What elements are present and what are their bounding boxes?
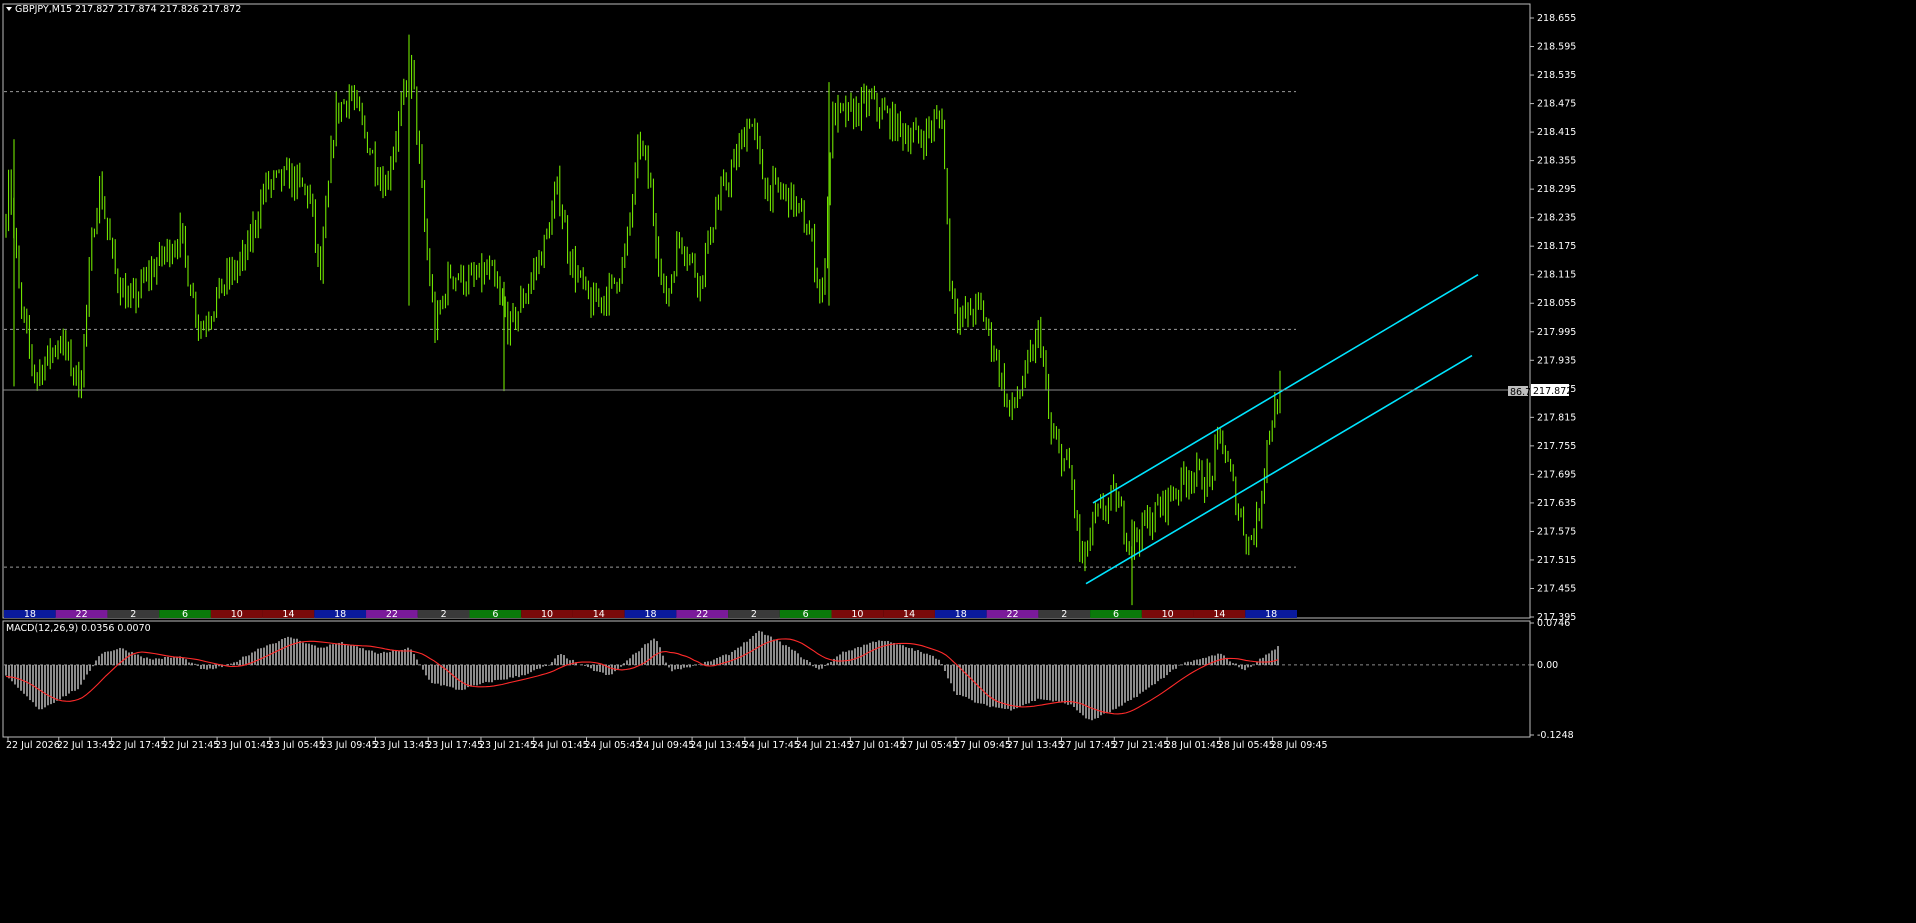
price-axis-label: 217.815 <box>1537 412 1576 423</box>
marker-badge: 86.7 <box>1508 386 1531 398</box>
price-axis-label: 217.995 <box>1537 327 1576 338</box>
time-axis-label: 27 Jul 09:45 <box>954 740 1011 751</box>
session-label: 10 <box>231 609 243 620</box>
macd-axis-label: 0.0746 <box>1537 618 1570 629</box>
session-label: 2 <box>751 609 757 620</box>
time-axis-label: 24 Jul 21:45 <box>796 740 853 751</box>
price-axis-label: 218.355 <box>1537 156 1576 167</box>
session-label: 6 <box>492 609 498 620</box>
time-axis-label: 23 Jul 13:45 <box>373 740 430 751</box>
session-label: 14 <box>593 609 605 620</box>
session-label: 18 <box>334 609 346 620</box>
price-pane-frame <box>2 3 1531 619</box>
session-label: 10 <box>851 609 863 620</box>
time-axis-label: 28 Jul 09:45 <box>1271 740 1328 751</box>
macd-header-text: MACD(12,26,9) 0.0356 0.0070 <box>6 623 151 634</box>
time-axis-label: 23 Jul 05:45 <box>268 740 325 751</box>
price-axis-label: 217.935 <box>1537 355 1576 366</box>
time-axis-label: 23 Jul 09:45 <box>321 740 378 751</box>
time-axis[interactable]: 22 Jul 202622 Jul 13:4522 Jul 17:4522 Ju… <box>6 737 1328 751</box>
time-axis-label: 24 Jul 13:45 <box>690 740 747 751</box>
time-axis-label: 23 Jul 01:45 <box>215 740 272 751</box>
session-label: 2 <box>441 609 447 620</box>
marker-badge-text: 86.7 <box>1510 387 1531 398</box>
price-axis-label: 217.575 <box>1537 526 1576 537</box>
session-label: 18 <box>24 609 36 620</box>
price-axis-label: 218.175 <box>1537 241 1576 252</box>
session-label: 22 <box>1006 609 1018 620</box>
symbol-header[interactable]: GBPJPY,M15 217.827 217.874 217.826 217.8… <box>6 4 241 15</box>
time-axis-label: 27 Jul 01:45 <box>848 740 905 751</box>
time-axis-label: 27 Jul 21:45 <box>1112 740 1169 751</box>
channel-line-upper[interactable] <box>1092 274 1479 504</box>
session-label: 14 <box>903 609 915 620</box>
macd-axis-label: 0.00 <box>1537 660 1558 671</box>
time-axis-label: 24 Jul 05:45 <box>585 740 642 751</box>
time-axis-label: 28 Jul 01:45 <box>1165 740 1222 751</box>
session-label: 14 <box>1213 609 1225 620</box>
session-label: 10 <box>541 609 553 620</box>
session-label: 2 <box>130 609 136 620</box>
price-axis-label: 217.695 <box>1537 469 1576 480</box>
time-axis-label: 23 Jul 17:45 <box>426 740 483 751</box>
session-label: 18 <box>955 609 967 620</box>
price-axis-label: 217.755 <box>1537 441 1576 452</box>
session-label: 6 <box>1113 609 1119 620</box>
price-axis-label: 218.415 <box>1537 127 1576 138</box>
channel-layer[interactable] <box>1085 274 1479 585</box>
macd-axis-label: -0.1248 <box>1537 730 1574 741</box>
price-axis-label: 218.295 <box>1537 184 1576 195</box>
macd-pane-frame <box>2 620 1531 738</box>
price-axis-label: 218.115 <box>1537 270 1576 281</box>
session-label: 18 <box>644 609 656 620</box>
candles-layer <box>5 34 1281 606</box>
macd-layer <box>4 630 1530 721</box>
price-axis[interactable]: 218.655 218.595 218.535 218.475 218.415 218.3… <box>1530 13 1576 623</box>
session-label: 6 <box>803 609 809 620</box>
time-axis-label: 22 Jul 2026 <box>6 740 60 751</box>
session-label: 10 <box>1162 609 1174 620</box>
time-axis-label: 22 Jul 17:45 <box>110 740 167 751</box>
price-axis-label: 218.595 <box>1537 42 1576 53</box>
time-axis-label: 23 Jul 21:45 <box>479 740 536 751</box>
price-axis-label: 218.655 <box>1537 13 1576 24</box>
price-axis-label: 218.475 <box>1537 99 1576 110</box>
macd-axis[interactable]: 0.0746 0.00 -0.1248 <box>1530 618 1574 741</box>
time-axis-label: 22 Jul 13:45 <box>57 740 114 751</box>
time-axis-label: 24 Jul 01:45 <box>532 740 589 751</box>
time-axis-label: 24 Jul 17:45 <box>743 740 800 751</box>
price-axis-label: 217.455 <box>1537 583 1576 594</box>
time-axis-label: 27 Jul 13:45 <box>1007 740 1064 751</box>
grid-layer <box>4 91 1296 568</box>
time-axis-label: 24 Jul 09:45 <box>637 740 694 751</box>
price-axis-label: 218.235 <box>1537 213 1576 224</box>
main-chart[interactable]: GBPJPY,M15 217.827 217.874 217.826 217.8… <box>0 0 1916 923</box>
price-axis-label: 217.515 <box>1537 555 1576 566</box>
time-axis-label: 28 Jul 05:45 <box>1218 740 1275 751</box>
price-axis-label: 218.535 <box>1537 70 1576 81</box>
time-axis-label: 27 Jul 17:45 <box>1060 740 1117 751</box>
current-price-label: 217.872 <box>1531 384 1572 397</box>
session-label: 6 <box>182 609 188 620</box>
session-label: 14 <box>282 609 294 620</box>
time-axis-label: 22 Jul 21:45 <box>162 740 219 751</box>
price-axis-label: 218.055 <box>1537 298 1576 309</box>
current-price-text: 217.872 <box>1533 386 1572 397</box>
collapse-triangle-icon[interactable] <box>6 7 12 11</box>
session-label: 18 <box>1265 609 1277 620</box>
session-label: 22 <box>386 609 398 620</box>
time-axis-label: 27 Jul 05:45 <box>901 740 958 751</box>
session-label: 2 <box>1061 609 1067 620</box>
symbol-header-text: GBPJPY,M15 217.827 217.874 217.826 217.8… <box>15 4 241 15</box>
session-label: 22 <box>696 609 708 620</box>
session-label: 22 <box>76 609 88 620</box>
price-axis-label: 217.635 <box>1537 498 1576 509</box>
